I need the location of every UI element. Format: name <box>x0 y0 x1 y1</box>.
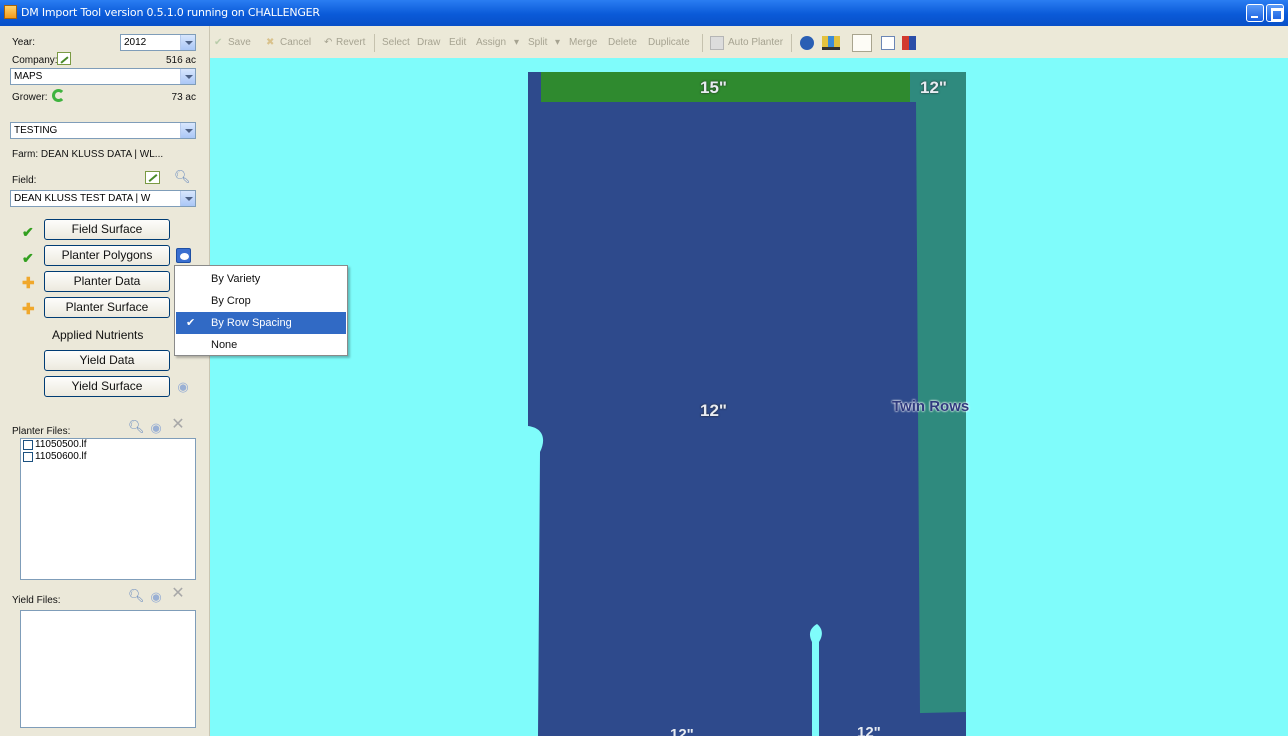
chevron-down-icon: ▾ <box>514 37 520 48</box>
cancel-button[interactable]: Cancel <box>280 37 311 48</box>
toolbar-divider <box>702 34 703 52</box>
zoom-icon[interactable]: 🔍︎ <box>128 589 145 603</box>
field-label: Field: <box>12 175 37 186</box>
undo-icon: ↶ <box>324 37 333 48</box>
yield-files-list[interactable] <box>20 610 196 728</box>
maximize-button[interactable] <box>1266 4 1284 22</box>
grower-label: Grower: <box>12 92 48 103</box>
left-panel: Year: 2012 Company: 516 ac MAPS Grower: … <box>0 26 210 736</box>
info-icon[interactable] <box>800 36 814 50</box>
planter-polygons-button[interactable]: Planter Polygons <box>44 245 170 266</box>
year-label: Year: <box>12 37 35 48</box>
toolbar: ✔ Save ✖ Cancel ↶ Revert Select Draw Edi… <box>210 26 1288 58</box>
minimize-button[interactable] <box>1246 4 1264 22</box>
zoom-icon[interactable]: 🔍︎ <box>128 420 145 434</box>
legend-icon[interactable] <box>902 36 916 50</box>
auto-planter-button[interactable]: Auto Planter <box>728 37 783 48</box>
planter-files-list[interactable]: 11050500.lf 11050600.lf <box>20 438 196 580</box>
list-item[interactable]: 11050600.lf <box>21 451 195 463</box>
map-label-12in-bottom-left: 12" <box>670 726 694 736</box>
eye-icon[interactable] <box>176 248 191 263</box>
window-title: DM Import Tool version 0.5.1.0 running o… <box>21 6 320 19</box>
checkmark-icon: ✔ <box>214 37 223 48</box>
yield-data-button[interactable]: Yield Data <box>44 350 170 371</box>
field-map[interactable] <box>210 58 1288 736</box>
map-label-12in-top: 12" <box>920 78 947 97</box>
delete-button[interactable]: Delete <box>608 37 637 48</box>
map-label-twin-rows: Twin Rows <box>892 398 970 415</box>
display-mode-menu: By Variety By Crop ✔ By Row Spacing None <box>174 265 348 356</box>
chevron-down-icon: ▾ <box>555 37 561 48</box>
duplicate-button[interactable]: Duplicate <box>648 37 690 48</box>
planter-surface-button[interactable]: Planter Surface <box>44 297 170 318</box>
checkmark-icon: ✔ <box>22 250 34 266</box>
eye-icon[interactable]: ◉ <box>176 380 190 394</box>
draw-button[interactable]: Draw <box>417 37 440 48</box>
farm-text: Farm: DEAN KLUSS DATA | WL... <box>12 149 164 160</box>
assign-button[interactable]: Assign <box>476 37 506 48</box>
applied-nutrients-label: Applied Nutrients <box>52 328 144 342</box>
field-surface-button[interactable]: Field Surface <box>44 219 170 240</box>
grower-select[interactable]: TESTING <box>10 122 196 139</box>
app-icon <box>4 5 17 19</box>
layout-icon[interactable] <box>852 34 872 52</box>
eye-icon[interactable]: ◉ <box>149 421 163 435</box>
chevron-down-icon[interactable] <box>180 35 195 50</box>
auto-planter-icon <box>710 36 724 50</box>
map-label-12in-bottom-right: 12" <box>857 724 881 736</box>
planter-data-button[interactable]: Planter Data <box>44 271 170 292</box>
menu-item-by-row-spacing[interactable]: ✔ By Row Spacing <box>176 312 346 334</box>
company-select[interactable]: MAPS <box>10 68 196 85</box>
company-value: MAPS <box>14 71 43 82</box>
planter-files-label: Planter Files: <box>12 426 71 437</box>
checkbox[interactable] <box>23 452 33 462</box>
chevron-down-icon[interactable] <box>180 123 195 138</box>
menu-item-none[interactable]: None <box>176 334 346 356</box>
chevron-down-icon[interactable] <box>180 191 195 206</box>
company-acres: 516 ac <box>165 55 196 66</box>
yield-surface-button[interactable]: Yield Surface <box>44 376 170 397</box>
plus-icon: ✚ <box>22 301 35 318</box>
checkmark-icon: ✔ <box>22 224 34 240</box>
year-select[interactable]: 2012 <box>120 34 196 51</box>
toolbar-divider <box>791 34 792 52</box>
split-button[interactable]: Split <box>528 37 547 48</box>
list-item[interactable]: 11050500.lf <box>21 439 195 451</box>
edit-button[interactable]: Edit <box>449 37 466 48</box>
grower-acres: 73 ac <box>171 92 196 103</box>
chart-icon[interactable] <box>822 36 840 50</box>
select-button[interactable]: Select <box>382 37 410 48</box>
field-value: DEAN KLUSS TEST DATA | W <box>14 193 151 204</box>
revert-button[interactable]: Revert <box>336 37 365 48</box>
menu-item-by-crop[interactable]: By Crop <box>176 290 346 312</box>
map-label-15in: 15" <box>700 78 727 97</box>
chevron-down-icon[interactable] <box>180 69 195 84</box>
close-icon[interactable]: ✕ <box>171 586 185 602</box>
save-button[interactable]: Save <box>228 37 251 48</box>
edit-field-icon[interactable] <box>145 171 160 184</box>
checkmark-icon: ✔ <box>186 317 196 329</box>
title-bar: DM Import Tool version 0.5.1.0 running o… <box>0 0 1288 26</box>
zoom-icon[interactable]: 🔍︎ <box>174 170 191 184</box>
company-label: Company: <box>12 55 58 66</box>
toolbar-divider <box>374 34 375 52</box>
map-canvas[interactable]: 15" 12" 12" Twin Rows 12" 12" <box>210 58 1288 736</box>
edit-company-icon[interactable] <box>57 52 71 65</box>
cancel-icon: ✖ <box>266 37 275 48</box>
merge-button[interactable]: Merge <box>569 37 597 48</box>
yield-files-label: Yield Files: <box>12 595 61 606</box>
checkbox[interactable] <box>23 440 33 450</box>
plus-icon: ✚ <box>22 275 35 292</box>
table-icon[interactable] <box>881 36 895 50</box>
map-label-12in-center: 12" <box>700 401 727 420</box>
field-select[interactable]: DEAN KLUSS TEST DATA | W <box>10 190 196 207</box>
grower-value: TESTING <box>14 125 58 136</box>
refresh-icon[interactable] <box>52 89 65 102</box>
close-icon[interactable]: ✕ <box>171 417 185 433</box>
menu-item-by-variety[interactable]: By Variety <box>176 268 346 290</box>
eye-icon[interactable]: ◉ <box>149 590 163 604</box>
year-value: 2012 <box>124 37 147 48</box>
